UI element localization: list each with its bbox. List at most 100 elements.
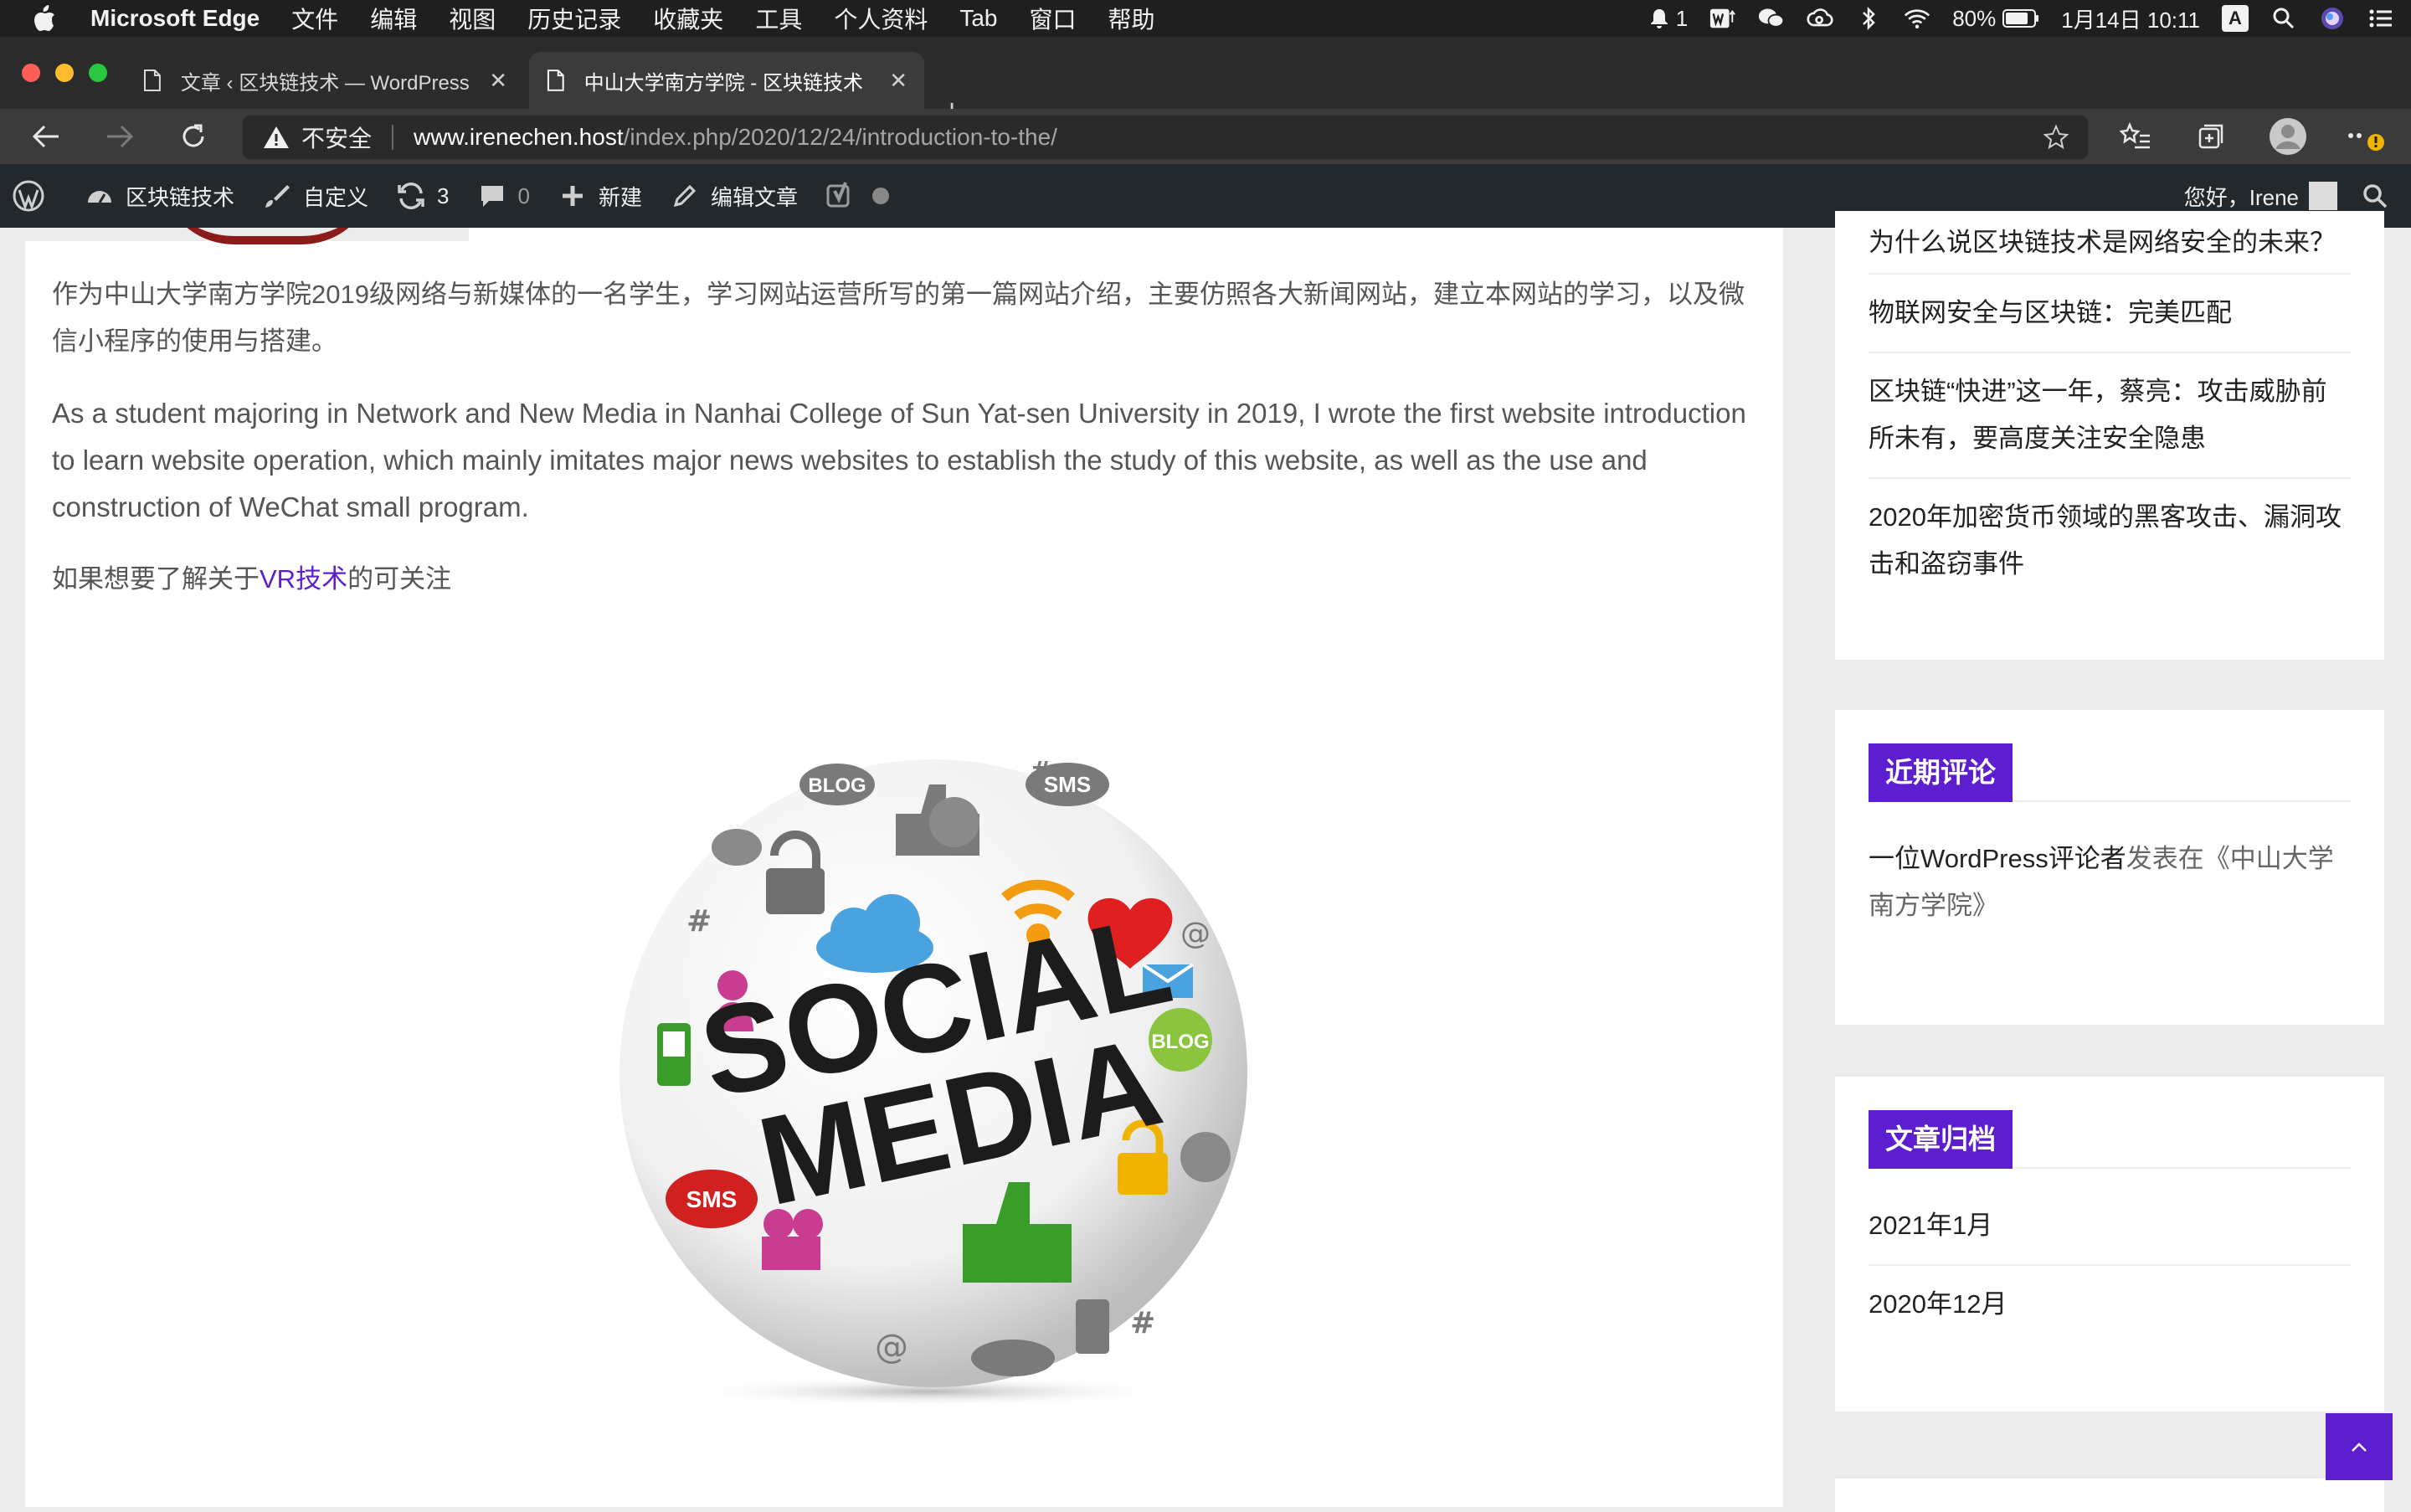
recent-post-link[interactable]: 区块链“快进”这一年，蔡亮：攻击威胁前所未有，要高度关注安全隐患 xyxy=(1869,353,2351,479)
brush-icon xyxy=(263,182,291,210)
grey-heart-icon xyxy=(712,829,762,866)
menu-tab[interactable]: Tab xyxy=(959,5,997,32)
at-symbol: @ xyxy=(1180,917,1211,951)
creative-cloud-icon[interactable] xyxy=(1807,5,1833,32)
mobile-icon xyxy=(1076,1299,1109,1354)
document-icon xyxy=(547,69,564,91)
user-greeting: 您好，Irene xyxy=(2183,184,2299,210)
url-host: www.irenechen.host xyxy=(414,124,624,150)
comment-author[interactable]: 一位WordPress评论者 xyxy=(1869,844,2126,873)
menu-favorites[interactable]: 收藏夹 xyxy=(653,2,723,35)
blog-badge-text: BLOG xyxy=(808,774,866,797)
tab-wordpress-posts[interactable]: 文章 ‹ 区块链技术 — WordPress ✕ xyxy=(126,52,524,109)
archives-widget: 文章归档 2021年1月 2020年12月 xyxy=(1835,1077,2384,1412)
wp-yoast-seo[interactable] xyxy=(826,164,907,228)
battery-percent: 80% xyxy=(1952,5,1997,31)
grey-heart-icon xyxy=(1180,1132,1231,1182)
comments-count: 0 xyxy=(517,183,530,208)
reload-button[interactable] xyxy=(177,121,209,152)
comment-bubble-icon xyxy=(478,182,506,210)
bell-icon xyxy=(1646,5,1673,32)
reload-icon xyxy=(182,124,204,147)
address-bar[interactable]: 不安全 www.irenechen.host /index.php/2020/1… xyxy=(243,116,2088,159)
pencil-icon xyxy=(671,182,699,210)
recent-comment: 一位WordPress评论者发表在《中山大学南方学院》 xyxy=(1869,836,2351,929)
paragraph-vr: 如果想要了解关于VR技术的可关注 xyxy=(52,556,1760,603)
spotlight-search-icon[interactable] xyxy=(2270,5,2297,32)
archive-link[interactable]: 2020年12月 xyxy=(1869,1266,2351,1343)
maximize-window-button[interactable] xyxy=(89,64,107,82)
recent-post-link[interactable]: 物联网安全与区块链：完美匹配 xyxy=(1869,275,2351,353)
new-label: 新建 xyxy=(598,184,642,210)
apple-logo-icon[interactable] xyxy=(32,4,65,33)
minimize-window-button[interactable] xyxy=(55,64,74,82)
notification-count: 1 xyxy=(1675,5,1689,31)
tab-title: 中山大学南方学院 - 区块链技术 xyxy=(583,71,863,95)
menu-history[interactable]: 历史记录 xyxy=(527,2,621,35)
favorite-star-icon[interactable] xyxy=(2043,124,2069,151)
url-path: /index.php/2020/12/24/introduction-to-th… xyxy=(623,124,1057,150)
wp-logo-menu[interactable] xyxy=(12,164,57,228)
wp-comments[interactable]: 0 xyxy=(478,164,530,228)
menu-edit[interactable]: 编辑 xyxy=(370,2,417,35)
sms-red-bubble-icon: SMS xyxy=(666,1170,758,1228)
battery-status[interactable]: 80% xyxy=(1952,5,2039,32)
wp-customize[interactable]: 自定义 xyxy=(263,164,368,228)
siri-icon[interactable] xyxy=(2319,5,2346,32)
arrow-left-icon xyxy=(32,125,59,148)
security-label[interactable]: 不安全 xyxy=(301,121,372,154)
menu-window[interactable]: 窗口 xyxy=(1030,2,1077,35)
menu-help[interactable]: 帮助 xyxy=(1108,2,1155,35)
tab-close-icon[interactable]: ✕ xyxy=(889,68,907,94)
window-controls xyxy=(22,64,107,82)
recent-post-link[interactable]: 为什么说区块链技术是网络安全的未来？ xyxy=(1869,219,2351,275)
wp-search-icon[interactable] xyxy=(2362,183,2396,208)
hash-symbol: # xyxy=(1030,755,1052,787)
browser-toolbar: 不安全 www.irenechen.host /index.php/2020/1… xyxy=(0,109,2411,164)
paragraph-english: As a student majoring in Network and New… xyxy=(52,398,1746,522)
vr-prefix: 如果想要了解关于 xyxy=(52,564,260,594)
favorites-button[interactable] xyxy=(2120,121,2151,152)
widget-title-wrap: 近期评论 xyxy=(1869,743,2351,802)
close-window-button[interactable] xyxy=(22,64,40,82)
phone-icon xyxy=(657,1023,691,1086)
dashboard-icon xyxy=(85,182,114,210)
yoast-icon xyxy=(826,182,855,210)
updates-count: 3 xyxy=(437,183,450,208)
input-method-indicator[interactable]: A xyxy=(2222,5,2249,32)
site-name-label: 区块链技术 xyxy=(126,184,235,210)
settings-more-button[interactable] xyxy=(2344,121,2394,152)
notification-status[interactable]: 1 xyxy=(1646,5,1688,32)
divider xyxy=(392,125,394,150)
menu-profile[interactable]: 个人资料 xyxy=(834,2,928,35)
macos-menu-bar: Microsoft Edge 文件 编辑 视图 历史记录 收藏夹 工具 个人资料… xyxy=(0,0,2411,37)
forward-button[interactable] xyxy=(104,121,136,152)
recent-post-link[interactable]: 2020年加密货币领域的黑客攻击、漏洞攻击和盗窃事件 xyxy=(1869,479,2351,603)
wechat-icon[interactable] xyxy=(1758,5,1785,32)
app-name-menu[interactable]: Microsoft Edge xyxy=(90,5,260,32)
tab-current-page[interactable]: 中山大学南方学院 - 区块链技术 ✕ xyxy=(529,52,924,109)
chevron-up-icon xyxy=(2352,1443,2367,1452)
widget-title-wrap: 文章归档 xyxy=(1869,1110,2351,1169)
wifi-icon[interactable] xyxy=(1904,5,1930,32)
profile-button[interactable] xyxy=(2269,117,2307,156)
tab-close-icon[interactable]: ✕ xyxy=(489,68,507,94)
collections-button[interactable] xyxy=(2195,121,2227,152)
more-dots-icon xyxy=(2348,133,2384,151)
menu-file[interactable]: 文件 xyxy=(291,2,338,35)
menu-tools[interactable]: 工具 xyxy=(755,2,802,35)
vr-tech-link[interactable]: VR技术 xyxy=(260,564,347,594)
favorites-list-icon xyxy=(2120,122,2150,149)
date-time[interactable]: 1月14日 10:11 xyxy=(2061,3,2200,34)
wp-site-name[interactable]: 区块链技术 xyxy=(85,164,234,228)
wps-icon[interactable] xyxy=(1709,5,1736,32)
wp-updates[interactable]: 3 xyxy=(397,164,450,228)
wp-edit-post[interactable]: 编辑文章 xyxy=(671,164,798,228)
archive-link[interactable]: 2021年1月 xyxy=(1869,1187,2351,1266)
control-center-icon[interactable] xyxy=(2367,5,2394,32)
scroll-to-top-button[interactable] xyxy=(2326,1413,2393,1480)
menu-view[interactable]: 视图 xyxy=(449,2,496,35)
wp-new-content[interactable]: 新建 xyxy=(558,164,642,228)
back-button[interactable] xyxy=(30,121,62,152)
bluetooth-icon[interactable] xyxy=(1855,5,1882,32)
